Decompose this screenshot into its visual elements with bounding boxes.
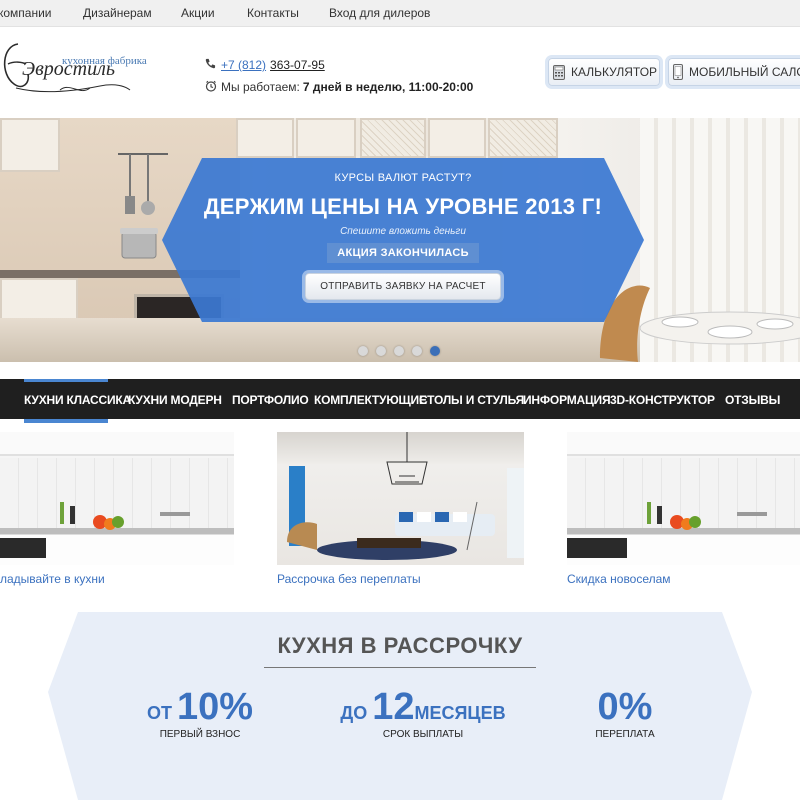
nav-item-tables-chairs[interactable]: СТОЛЫ И СТУЛЬЯ bbox=[419, 393, 524, 407]
stat-caption: ПЕРВЫЙ ВЗНОС bbox=[159, 729, 241, 740]
slider-dot[interactable] bbox=[358, 346, 368, 356]
hero-photo-cabinet bbox=[0, 118, 60, 172]
nav-item-portfolio[interactable]: ПОРТФОЛИО bbox=[232, 393, 309, 407]
phone-code[interactable]: +7 (812) bbox=[221, 58, 266, 72]
hero-photo-cabinet bbox=[296, 118, 356, 158]
stat-overpayment: 0% ПЕРЕПЛАТА bbox=[565, 686, 685, 740]
banner-title: ДЕРЖИМ ЦЕНЫ НА УРОВНЕ 2013 Г! bbox=[203, 194, 603, 219]
promo-caption[interactable]: ладывайте в кухни bbox=[0, 572, 105, 586]
stat-value: 12 bbox=[372, 686, 415, 728]
calculator-label: КАЛЬКУЛЯТОР bbox=[571, 65, 658, 79]
promo-caption[interactable]: Рассрочка без переплаты bbox=[277, 572, 421, 586]
mobile-phone-icon bbox=[673, 63, 683, 81]
installment-title: КУХНЯ В РАССРОЧКУ bbox=[277, 633, 523, 658]
stat-prefix: ОТ bbox=[146, 703, 177, 723]
phone-number[interactable]: 363-07-95 bbox=[270, 58, 325, 72]
nav-item-modern-kitchens[interactable]: КУХНИ МОДЕРН bbox=[128, 393, 222, 407]
promo-image-kitchen[interactable] bbox=[0, 432, 234, 565]
hero-photo-cabinet bbox=[360, 118, 426, 158]
promo-ended-badge: АКЦИЯ ЗАКОНЧИЛАСЬ bbox=[327, 243, 479, 263]
promo-photo-vegetables bbox=[647, 502, 767, 530]
nav-item-reviews[interactable]: ОТЗЫВЫ bbox=[725, 393, 780, 407]
stat-value: 10% bbox=[176, 686, 254, 728]
hero-photo-utensils bbox=[118, 153, 168, 215]
slider-dot[interactable] bbox=[394, 346, 404, 356]
top-link-promotions[interactable]: Акции bbox=[181, 6, 215, 20]
promo-banner: КУРСЫ ВАЛЮТ РАСТУТ? ДЕРЖИМ ЦЕНЫ НА УРОВН… bbox=[162, 158, 644, 300]
main-nav: КУХНИ КЛАССИКА КУХНИ МОДЕРН ПОРТФОЛИО КО… bbox=[0, 379, 800, 419]
stat-first-payment: ОТ 10% ПЕРВЫЙ ВЗНОС bbox=[140, 686, 260, 740]
stat-caption: СРОК ВЫПЛАТЫ bbox=[382, 729, 464, 740]
mobile-salon-button[interactable]: МОБИЛЬНЫЙ САЛОН bbox=[668, 58, 800, 86]
banner-subtitle: Спешите вложить деньги bbox=[340, 226, 466, 237]
promo-image-living-room[interactable] bbox=[277, 432, 524, 565]
hero-photo-cabinet bbox=[236, 118, 294, 158]
promo-caption[interactable]: Скидка новоселам bbox=[567, 572, 671, 586]
logo-tagline: кухонная фабрика bbox=[62, 55, 147, 67]
stat-prefix: ДО bbox=[340, 703, 373, 723]
nav-item-information[interactable]: ИНФОРМАЦИЯ bbox=[523, 393, 611, 407]
calculator-button[interactable]: КАЛЬКУЛЯТОР bbox=[548, 58, 660, 86]
nav-active-indicator bbox=[24, 379, 108, 382]
calculator-icon bbox=[553, 63, 565, 81]
slider-dot[interactable] bbox=[376, 346, 386, 356]
hours-prefix: Мы работаем: bbox=[221, 80, 300, 94]
hours-value: 7 дней в неделю, 11:00-20:00 bbox=[302, 80, 474, 94]
nav-item-3d-constructor[interactable]: 3D-КОНСТРУКТОР bbox=[610, 393, 715, 407]
slider-dot[interactable] bbox=[412, 346, 422, 356]
send-request-button[interactable]: ОТПРАВИТЬ ЗАЯВКУ НА РАСЧЕТ bbox=[305, 273, 501, 300]
nav-item-components[interactable]: КОМПЛЕКТУЮЩИЕ bbox=[314, 393, 427, 407]
nav-active-underline bbox=[24, 419, 108, 423]
contact-block: +7 (812) 363-07-95 Мы работаем: 7 дней в… bbox=[205, 54, 473, 98]
stat-term: ДО 12МЕСЯЦЕВ СРОК ВЫПЛАТЫ bbox=[338, 686, 508, 740]
promo-photo-vegetables bbox=[60, 502, 190, 530]
stat-suffix: МЕСЯЦЕВ bbox=[414, 703, 506, 723]
top-link-dealer-login[interactable]: Вход для дилеров bbox=[329, 6, 430, 20]
hero-photo-cabinet bbox=[428, 118, 486, 158]
promo-photo-room bbox=[287, 432, 495, 560]
stat-value: 0% bbox=[597, 686, 653, 728]
stat-caption: ПЕРЕПЛАТА bbox=[595, 729, 655, 740]
phone-icon bbox=[205, 58, 221, 72]
slider-dots bbox=[358, 346, 448, 356]
nav-item-classic-kitchens[interactable]: КУХНИ КЛАССИКА bbox=[24, 393, 131, 407]
mobile-salon-label: МОБИЛЬНЫЙ САЛОН bbox=[689, 65, 800, 79]
installment-title-divider bbox=[264, 667, 536, 668]
top-link-contacts[interactable]: Контакты bbox=[247, 6, 299, 20]
top-links-bar: компании Дизайнерам Акции Контакты Вход … bbox=[0, 0, 800, 27]
banner-sup: КУРСЫ ВАЛЮТ РАСТУТ? bbox=[334, 172, 472, 184]
hero-photo-pot bbox=[120, 228, 158, 259]
top-link-company[interactable]: компании bbox=[0, 6, 52, 20]
clock-icon bbox=[205, 80, 221, 95]
hero-photo-cabinet bbox=[488, 118, 558, 158]
slider-dot-active[interactable] bbox=[430, 346, 440, 356]
promo-image-kitchen[interactable] bbox=[567, 432, 800, 565]
top-link-designers[interactable]: Дизайнерам bbox=[83, 6, 152, 20]
